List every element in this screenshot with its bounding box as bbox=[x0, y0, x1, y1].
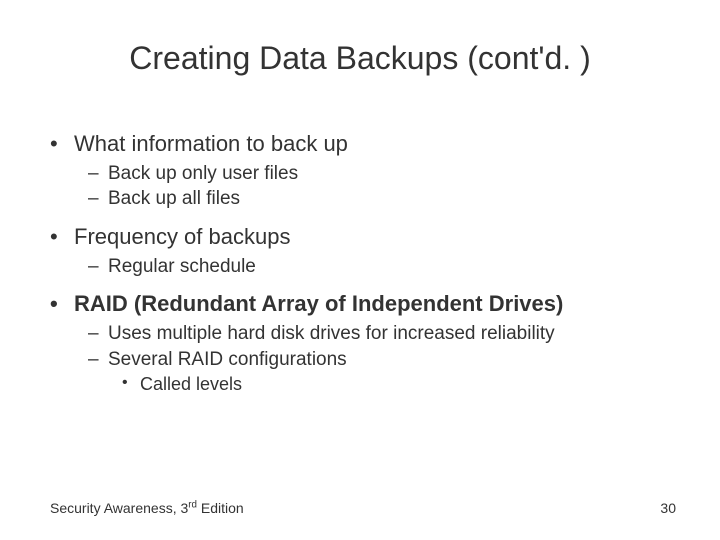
bullet-l2: Back up all files bbox=[50, 187, 680, 211]
bullet-list: What information to back up Back up only… bbox=[50, 130, 680, 396]
bullet-group-2: Frequency of backups Regular schedule bbox=[50, 223, 680, 278]
footer-ordinal-sup: rd bbox=[188, 499, 197, 510]
slide-title: Creating Data Backups (cont'd. ) bbox=[0, 40, 720, 77]
footer-text-post: Edition bbox=[197, 500, 244, 516]
bullet-l1-bold: RAID (Redundant Array of Independent Dri… bbox=[50, 290, 680, 318]
page-number: 30 bbox=[660, 500, 676, 516]
bullet-l2: Uses multiple hard disk drives for incre… bbox=[50, 322, 680, 346]
bullet-l2: Regular schedule bbox=[50, 255, 680, 279]
bullet-l2: Several RAID configurations bbox=[50, 348, 680, 372]
bullet-l1: Frequency of backups bbox=[50, 223, 680, 251]
bullet-l3: Called levels bbox=[50, 373, 680, 396]
bullet-l2: Back up only user files bbox=[50, 162, 680, 186]
footer-left: Security Awareness, 3rd Edition bbox=[50, 500, 244, 516]
footer-text-pre: Security Awareness, 3 bbox=[50, 500, 188, 516]
slide-body: What information to back up Back up only… bbox=[50, 130, 680, 408]
bullet-l1: What information to back up bbox=[50, 130, 680, 158]
bullet-group-1: What information to back up Back up only… bbox=[50, 130, 680, 211]
bullet-group-3: RAID (Redundant Array of Independent Dri… bbox=[50, 290, 680, 396]
slide: Creating Data Backups (cont'd. ) What in… bbox=[0, 0, 720, 540]
